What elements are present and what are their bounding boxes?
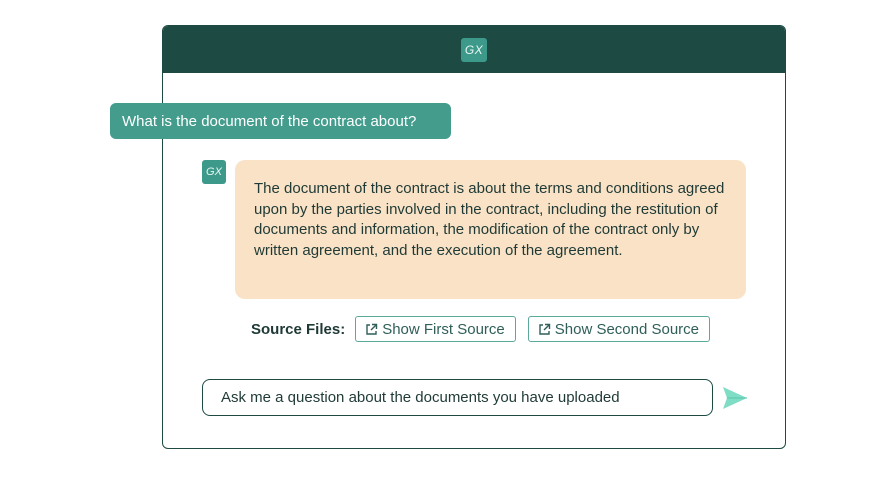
user-message-bubble: What is the document of the contract abo… <box>110 103 451 139</box>
show-second-source-label: Show Second Source <box>554 320 700 338</box>
source-files-row: Source Files: Show First Source Show Sec… <box>251 316 722 342</box>
gx-logo: GX <box>461 37 487 62</box>
source-files-label: Source Files: <box>251 320 346 338</box>
bot-message-bubble: The document of the contract is about th… <box>235 160 746 299</box>
bot-avatar: GX <box>202 160 226 184</box>
show-first-source-button[interactable]: Show First Source <box>355 316 516 342</box>
show-first-source-label: Show First Source <box>382 320 505 338</box>
chat-header: GX <box>163 26 785 73</box>
stage: GX What is the document of the contract … <box>0 0 884 478</box>
bot-message-text: The document of the contract is about th… <box>254 180 725 259</box>
user-message-text: What is the document of the contract abo… <box>122 112 417 130</box>
external-link-icon <box>366 323 378 335</box>
question-input[interactable]: Ask me a question about the documents yo… <box>202 379 713 416</box>
show-second-source-button[interactable]: Show Second Source <box>527 316 711 342</box>
external-link-icon <box>539 323 550 335</box>
question-input-placeholder: Ask me a question about the documents yo… <box>221 389 620 406</box>
send-icon[interactable] <box>722 386 748 410</box>
